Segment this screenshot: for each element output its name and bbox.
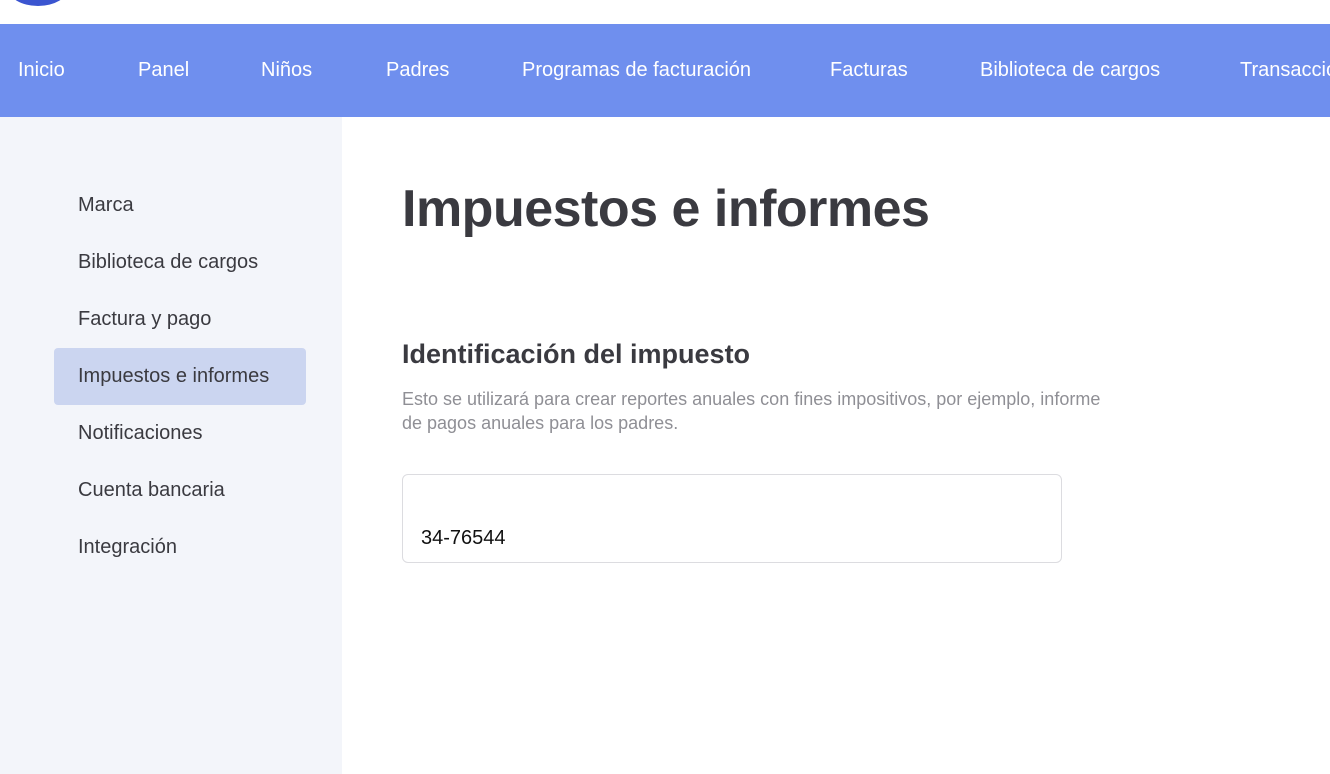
logo-icon[interactable] [8, 0, 68, 6]
tax-id-input[interactable] [402, 474, 1062, 563]
sidebar-item-biblioteca-de-cargos[interactable]: Biblioteca de cargos [54, 234, 306, 291]
sidebar-item-cuenta-bancaria[interactable]: Cuenta bancaria [54, 462, 306, 519]
nav-item-transacciones[interactable]: Transacciones [1240, 24, 1330, 117]
sidebar-item-factura-y-pago[interactable]: Factura y pago [54, 291, 306, 348]
nav-item-biblioteca-de-cargos[interactable]: Biblioteca de cargos [980, 24, 1160, 117]
nav-item-inicio[interactable]: Inicio [18, 24, 65, 117]
main-content: Impuestos e informes Identificación del … [342, 117, 1330, 774]
section-title: Identificación del impuesto [402, 339, 751, 369]
sidebar-item-integracion[interactable]: Integración [54, 519, 306, 576]
nav-item-programas-de-facturacion[interactable]: Programas de facturación [522, 24, 751, 117]
nav-item-facturas[interactable]: Facturas [830, 24, 908, 117]
top-header [0, 0, 1330, 24]
nav-item-ninos[interactable]: Niños [261, 24, 312, 117]
section-description: Esto se utilizará para crear reportes an… [402, 389, 1101, 433]
page-title: Impuestos e informes [402, 180, 930, 238]
sidebar-item-notificaciones[interactable]: Notificaciones [54, 405, 306, 462]
sidebar-item-marca[interactable]: Marca [54, 177, 306, 234]
settings-sidebar: Marca Biblioteca de cargos Factura y pag… [0, 117, 342, 774]
nav-item-panel[interactable]: Panel [138, 24, 189, 117]
nav-item-padres[interactable]: Padres [386, 24, 449, 117]
main-navbar: Inicio Panel Niños Padres Programas de f… [0, 24, 1330, 117]
sidebar-item-impuestos-e-informes[interactable]: Impuestos e informes [54, 348, 306, 405]
